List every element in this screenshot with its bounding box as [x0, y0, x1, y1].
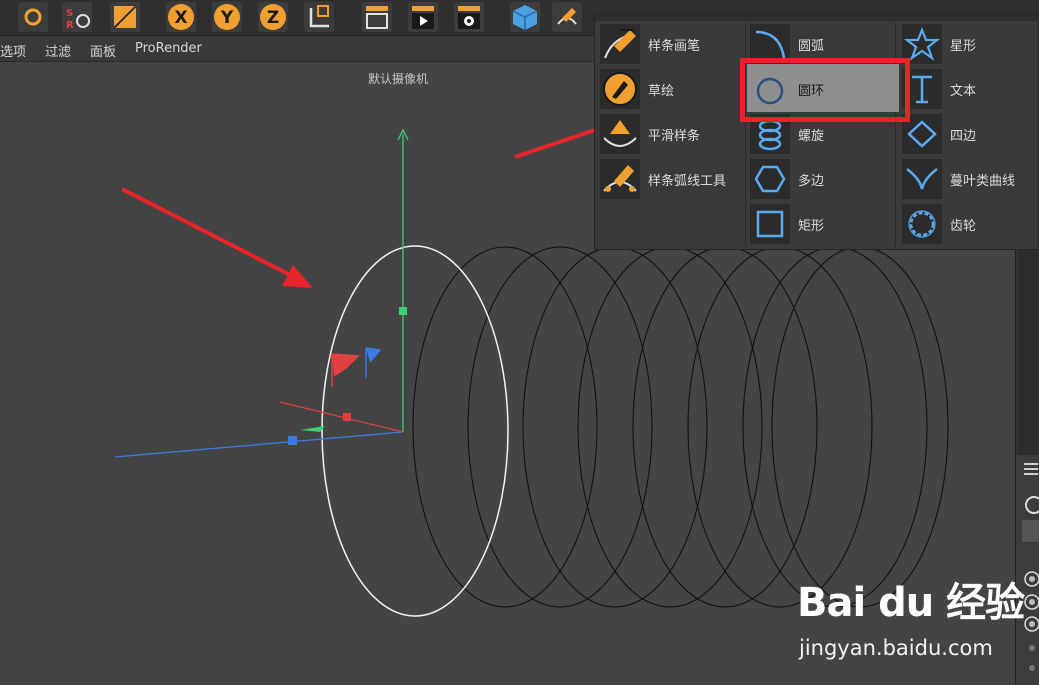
menu-item-four-side[interactable]: 四边	[898, 112, 1038, 156]
polygon-icon	[750, 159, 790, 199]
plane-handle-zy[interactable]	[365, 347, 382, 378]
menu-label: 样条画笔	[648, 39, 701, 54]
y-axis-handle[interactable]	[399, 307, 407, 315]
x-axis-label: X	[174, 8, 187, 28]
menu-label: 草绘	[648, 84, 675, 99]
menu-prorender[interactable]: ProRender	[135, 41, 202, 56]
menu-item-sketch[interactable]: 草绘	[596, 67, 744, 111]
cogwheel-icon	[902, 204, 942, 244]
z-axis-handle[interactable]	[288, 436, 297, 445]
coordinate-icon[interactable]	[304, 2, 334, 32]
watermark-url: jingyan.baidu.com	[799, 636, 993, 660]
menu-label: 螺旋	[798, 129, 825, 144]
srt-letter-r: R	[66, 20, 74, 31]
y-axis-label: Y	[220, 8, 234, 28]
smooth-spline-icon	[600, 114, 640, 154]
menu-item-cissoid[interactable]: 蔓叶类曲线	[898, 157, 1038, 201]
menu-label: 文本	[950, 84, 977, 99]
cube-icon[interactable]	[510, 2, 540, 32]
camera-label: 默认摄像机	[368, 72, 429, 86]
menu-label: 齿轮	[950, 219, 977, 234]
menu-item-cogwheel[interactable]: 齿轮	[898, 202, 1038, 246]
menu-label: 多边	[798, 174, 825, 189]
menu-label: 星形	[950, 39, 977, 54]
menu-label: 样条弧线工具	[648, 174, 727, 189]
viewport-menubar: 选项 过滤 面板 ProRender	[0, 36, 595, 62]
cissoid-icon	[902, 159, 942, 199]
x-axis-handle[interactable]	[343, 413, 351, 421]
y-axis-icon[interactable]: Y	[212, 2, 242, 32]
render-region-icon[interactable]	[362, 2, 392, 32]
menu-item-rectangle[interactable]: 矩形	[746, 202, 896, 246]
object-icon[interactable]	[110, 2, 140, 32]
annotation-highlight-box	[740, 58, 910, 122]
z-axis-line	[114, 431, 404, 458]
plane-handle-xy[interactable]	[331, 353, 360, 387]
menu-item-spline-arc-tool[interactable]: 样条弧线工具	[596, 157, 744, 201]
pen-icon[interactable]	[552, 2, 582, 32]
srt-icon[interactable]: S R	[62, 2, 92, 32]
baidu-watermark: Bai du 经验 jingyan.baidu.com	[795, 568, 1035, 668]
menu-panel[interactable]: 面板	[90, 41, 116, 60]
render-view-icon[interactable]	[408, 2, 438, 32]
menu-label: 平滑样条	[648, 129, 701, 144]
annotation-arrow-left	[121, 187, 313, 288]
menu-label: 四边	[950, 129, 977, 144]
z-axis-icon[interactable]: Z	[258, 2, 288, 32]
menu-filter[interactable]: 过滤	[45, 41, 71, 60]
render-settings-icon[interactable]	[454, 2, 484, 32]
menu-item-spline-pen[interactable]: 样条画笔	[596, 22, 744, 66]
menu-label: 矩形	[798, 219, 825, 234]
x-axis-icon[interactable]: X	[166, 2, 196, 32]
srt-letter-s: S	[66, 8, 73, 19]
watermark-brand: Bai du 经验	[797, 580, 1025, 626]
spline-arc-tool-icon	[600, 159, 640, 199]
menu-label: 蔓叶类曲线	[950, 174, 1016, 189]
z-axis-label: Z	[267, 8, 279, 28]
helix-spline	[412, 246, 949, 608]
rectangle-icon	[750, 204, 790, 244]
spline-pen-icon	[600, 24, 640, 64]
undo-redo-icon[interactable]	[18, 2, 48, 32]
menu-item-polygon[interactable]: 多边	[746, 157, 896, 201]
sketch-icon	[600, 69, 640, 109]
menu-item-star[interactable]: 星形	[898, 22, 1038, 66]
menu-item-text[interactable]: 文本	[898, 67, 1038, 111]
menu-options[interactable]: 选项	[0, 41, 26, 60]
menu-item-smooth-spline[interactable]: 平滑样条	[596, 112, 744, 156]
x-axis-line	[279, 401, 404, 433]
menu-label: 圆弧	[798, 39, 825, 54]
circle-spline-selected[interactable]	[321, 245, 509, 617]
